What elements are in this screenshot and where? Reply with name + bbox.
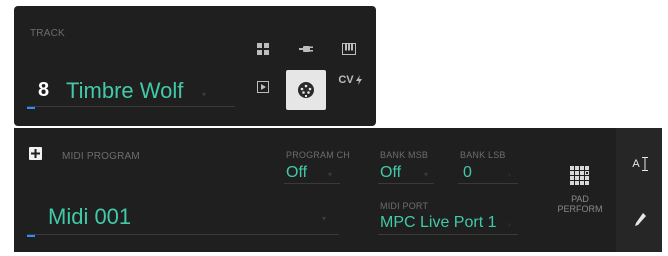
cv-track-type-button[interactable]: CV [332, 74, 368, 86]
chevron-down-icon: ▾ [202, 90, 207, 99]
track-label: TRACK [30, 28, 65, 39]
midi-port-label: MIDI PORT [380, 201, 429, 211]
pad-perform-label-line1: PAD [571, 194, 589, 204]
program-dash-indicator [27, 235, 35, 237]
plugin-track-type-button[interactable] [293, 36, 319, 62]
side-tool-strip [616, 128, 662, 252]
program-ch-field[interactable]: Off [286, 164, 307, 182]
chevron-down-icon: ▾ [424, 170, 429, 179]
program-name-field[interactable]: Midi 001 [48, 204, 131, 230]
midi-port-field[interactable]: MPC Live Port 1 [380, 214, 496, 232]
drum-track-type-button[interactable] [250, 36, 276, 62]
text-size-button[interactable]: A [626, 152, 654, 176]
track-dash-indicator [27, 107, 35, 109]
bank-msb-underline [378, 183, 434, 184]
text-cursor-icon [641, 157, 648, 171]
chevron-down-icon: ▾ [328, 170, 333, 179]
pad-grid-icon [570, 166, 589, 185]
program-name-underline [27, 234, 339, 235]
pad-perform-button[interactable]: PAD PERFORM [548, 158, 612, 222]
clip-track-type-button[interactable] [250, 74, 276, 100]
midi-program-panel: MIDI PROGRAM Midi 001 ▾ PROGRAM CH Off ▾… [14, 128, 662, 252]
pencil-icon [635, 213, 646, 226]
plus-icon [31, 149, 40, 158]
track-name-underline [27, 106, 235, 107]
edit-button[interactable] [626, 208, 654, 232]
program-ch-underline [284, 183, 340, 184]
lightning-icon [355, 75, 362, 85]
program-ch-label: PROGRAM CH [286, 150, 351, 160]
pad-perform-label-line2: PERFORM [557, 204, 603, 214]
text-size-label: A [632, 158, 640, 170]
track-number: 8 [38, 79, 50, 101]
track-name-field[interactable]: Timbre Wolf [66, 78, 183, 104]
bank-lsb-field[interactable]: 0 [463, 164, 472, 182]
drum-grid-icon [257, 43, 269, 55]
track-panel: TRACK 8 Timbre Wolf ▾ CV [14, 6, 376, 126]
clip-play-icon [257, 81, 269, 93]
cv-label: CV [338, 74, 354, 86]
piano-keys-icon [342, 43, 356, 55]
bank-lsb-underline [458, 183, 518, 184]
midi-din-icon [298, 82, 314, 98]
midi-program-label: MIDI PROGRAM [62, 151, 140, 162]
midi-port-underline [378, 234, 518, 235]
chevron-right-icon: › [508, 220, 511, 229]
keygroup-track-type-button[interactable] [336, 36, 362, 62]
bank-msb-field[interactable]: Off [380, 164, 401, 182]
chevron-down-icon: ▾ [322, 214, 327, 223]
plug-icon [299, 46, 313, 52]
midi-track-type-button[interactable] [286, 70, 326, 110]
add-program-button[interactable] [29, 147, 42, 160]
bank-msb-label: BANK MSB [380, 150, 429, 160]
chevron-right-icon: › [508, 170, 511, 179]
bank-lsb-label: BANK LSB [460, 150, 506, 160]
